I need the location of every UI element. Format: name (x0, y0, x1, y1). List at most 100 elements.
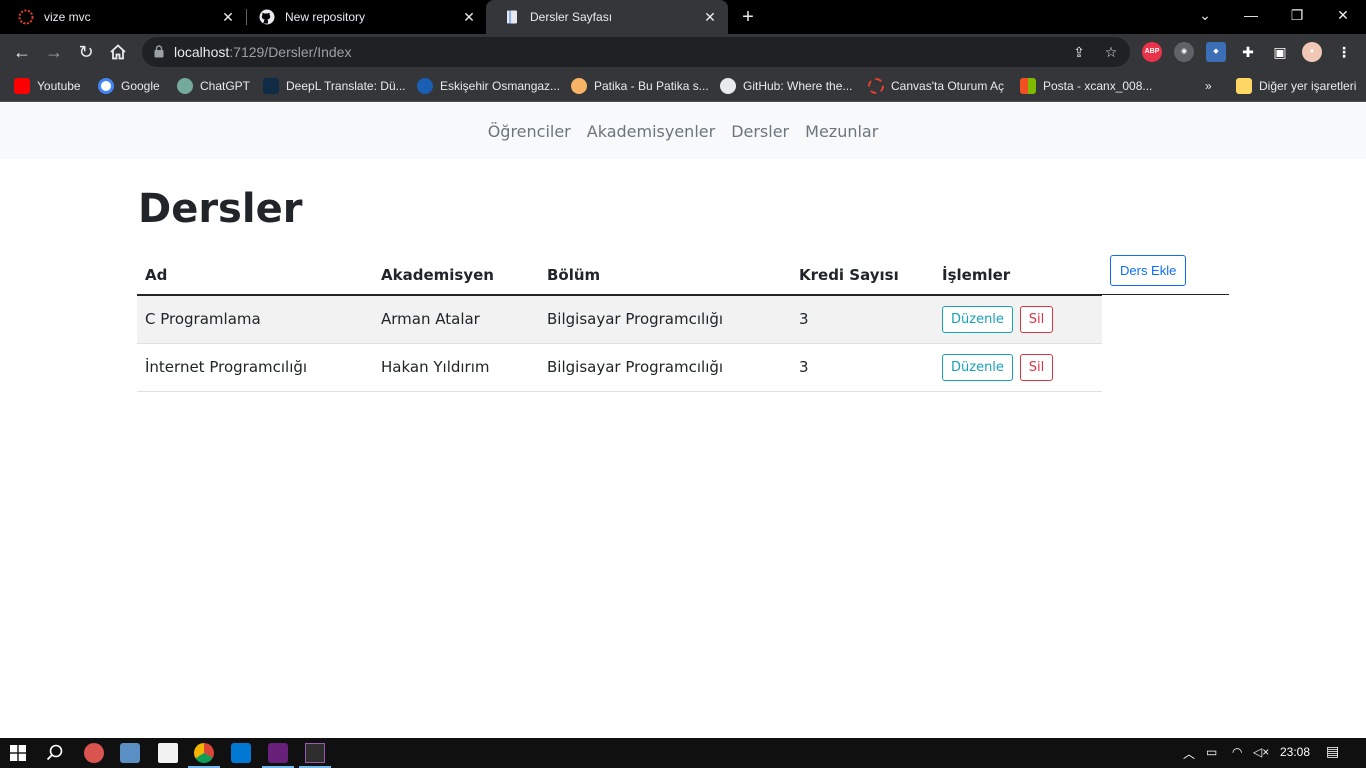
edit-button[interactable]: Düzenle (942, 353, 1013, 381)
lock-icon (154, 45, 164, 58)
tab-title: Dersler Sayfası (530, 10, 613, 24)
close-window-icon[interactable]: ✕ (1320, 0, 1366, 30)
table-row: C Programlama Arman Atalar Bilgisayar Pr… (137, 295, 1102, 343)
cell-kredi: 3 (799, 310, 809, 328)
profile-avatar-icon[interactable]: ● (1302, 42, 1322, 62)
cell-actions: Düzenle Sil (934, 295, 1102, 343)
university-icon (417, 78, 433, 94)
bookmark-patika[interactable]: Patika - Bu Patika s... (571, 77, 709, 95)
more-bookmarks-chevron-icon[interactable]: » (1205, 77, 1212, 95)
column-header-akademisyen: Akademisyen (381, 265, 494, 284)
delete-button[interactable]: Sil (1019, 305, 1054, 333)
page-title: Dersler (138, 186, 303, 232)
microsoft-icon (1020, 78, 1036, 94)
bookmark-posta[interactable]: Posta - xcanx_008... (1020, 77, 1152, 95)
github-icon (720, 78, 736, 94)
vscode-icon[interactable] (231, 743, 251, 763)
other-bookmarks-folder[interactable]: Diğer yer işaretleri (1236, 77, 1356, 95)
windows-start-icon[interactable] (10, 745, 26, 761)
restore-window-icon[interactable]: ❐ (1274, 0, 1320, 30)
canvas-favicon-icon (18, 9, 34, 25)
wifi-icon[interactable]: ◠ (1232, 745, 1242, 759)
chatgpt-icon (177, 78, 193, 94)
extensions-puzzle-icon[interactable]: ✚ (1238, 42, 1258, 62)
nav-mezunlar[interactable]: Mezunlar (797, 122, 886, 141)
folder-icon (1236, 78, 1252, 94)
bookmark-deepl[interactable]: DeepL Translate: Dü... (263, 77, 406, 95)
menu-kebab-icon[interactable]: ⋮ (1334, 42, 1354, 62)
column-header-ad: Ad (145, 265, 168, 284)
cell-akademisyen: Arman Atalar (381, 310, 480, 328)
new-tab-plus-icon[interactable]: + (738, 7, 758, 27)
windows-taskbar: ︿ ▭ ◠ ◁× 23:08 ▤ (0, 738, 1366, 768)
deepl-icon (263, 78, 279, 94)
google-icon (98, 78, 114, 94)
courses-table: Ad Akademisyen Bölüm Kredi Sayısı İşleml… (137, 255, 1102, 392)
column-header-kredi: Kredi Sayısı (799, 265, 899, 284)
delete-button[interactable]: Sil (1019, 353, 1054, 381)
search-icon[interactable] (45, 743, 65, 763)
cell-kredi: 3 (791, 342, 934, 392)
adblock-plus-icon[interactable]: ABP (1142, 42, 1162, 62)
home-icon[interactable] (106, 40, 130, 64)
bookmark-star-icon[interactable]: ☆ (1103, 44, 1119, 60)
bookmark-eskisehir[interactable]: Eskişehir Osmangaz... (417, 77, 560, 95)
edit-button[interactable]: Düzenle (942, 305, 1013, 333)
web-page: Öğrenciler Akademisyenler Dersler Mezunl… (0, 103, 1366, 738)
visual-studio-icon[interactable] (268, 743, 288, 763)
back-arrow-icon[interactable]: ← (10, 40, 34, 64)
close-tab-icon[interactable]: ✕ (702, 9, 718, 25)
cell-ad: C Programlama (145, 310, 261, 328)
extension-glasses-icon[interactable]: ◉ (1174, 42, 1194, 62)
reload-icon[interactable]: ↻ (74, 40, 98, 64)
nav-akademisyenler[interactable]: Akademisyenler (579, 122, 723, 141)
app-icon-2[interactable] (120, 743, 140, 763)
bookmark-canvas[interactable]: Canvas'ta Oturum Aç (868, 77, 1004, 95)
console-icon[interactable] (305, 743, 325, 763)
cell-ad: İnternet Programcılığı (137, 342, 373, 392)
browser-toolbar: ← → ↻ localhost:7129/Dersler/Index ⇪ ☆ A… (0, 34, 1366, 70)
share-icon[interactable]: ⇪ (1071, 44, 1087, 60)
table-row: İnternet Programcılığı Hakan Yıldırım Bi… (137, 342, 1102, 392)
chrome-icon[interactable] (194, 743, 214, 763)
minimize-window-icon[interactable]: — (1228, 0, 1274, 30)
notifications-icon[interactable]: ▤ (1326, 743, 1339, 760)
tab-search-chevron-icon[interactable]: ⌄ (1182, 0, 1228, 30)
cell-bolum: Bilgisayar Programcılığı (547, 310, 724, 328)
bookmarks-bar: Youtube Google ChatGPT DeepL Translate: … (0, 70, 1366, 102)
bookmark-chatgpt[interactable]: ChatGPT (177, 77, 250, 95)
patika-icon (571, 78, 587, 94)
column-header-islemler: İşlemler (942, 265, 1011, 284)
cell-actions: Düzenle Sil (934, 342, 1102, 392)
side-panel-icon[interactable]: ▣ (1270, 42, 1290, 62)
tab-vize-mvc[interactable]: vize mvc ✕ (0, 0, 246, 34)
bookmark-google[interactable]: Google (98, 77, 160, 95)
page-favicon-icon (504, 9, 520, 25)
app-icon-1[interactable] (84, 743, 104, 763)
close-tab-icon[interactable]: ✕ (461, 9, 477, 25)
address-bar[interactable]: localhost:7129/Dersler/Index ⇪ ☆ (142, 37, 1130, 67)
table-header-row: Ad Akademisyen Bölüm Kredi Sayısı İşleml… (137, 255, 1102, 295)
tab-new-repository[interactable]: New repository ✕ (241, 0, 487, 34)
youtube-icon (14, 78, 30, 94)
close-tab-icon[interactable]: ✕ (220, 9, 236, 25)
cell-akademisyen: Hakan Yıldırım (373, 342, 539, 392)
tray-chevron-up-icon[interactable]: ︿ (1183, 745, 1195, 762)
nav-ogrenciler[interactable]: Öğrenciler (480, 122, 579, 141)
volume-muted-icon[interactable]: ◁× (1253, 745, 1269, 759)
tab-title: New repository (285, 10, 366, 24)
battery-icon[interactable]: ▭ (1206, 745, 1217, 759)
extension-box-icon[interactable]: ◆ (1206, 42, 1226, 62)
nav-dersler[interactable]: Dersler (723, 122, 797, 141)
cell-bolum: Bilgisayar Programcılığı (539, 342, 791, 392)
forward-arrow-icon[interactable]: → (42, 40, 66, 64)
clock-time[interactable]: 23:08 (1280, 745, 1310, 759)
add-course-button[interactable]: Ders Ekle (1110, 255, 1187, 286)
bookmark-youtube[interactable]: Youtube (14, 77, 81, 95)
notepad-icon[interactable] (158, 743, 178, 763)
bookmark-github[interactable]: GitHub: Where the... (720, 77, 852, 95)
tab-title: vize mvc (44, 10, 91, 24)
tab-dersler-sayfasi[interactable]: Dersler Sayfası ✕ (486, 0, 728, 34)
column-header-bolum: Bölüm (547, 265, 601, 284)
site-navbar: Öğrenciler Akademisyenler Dersler Mezunl… (0, 103, 1366, 159)
